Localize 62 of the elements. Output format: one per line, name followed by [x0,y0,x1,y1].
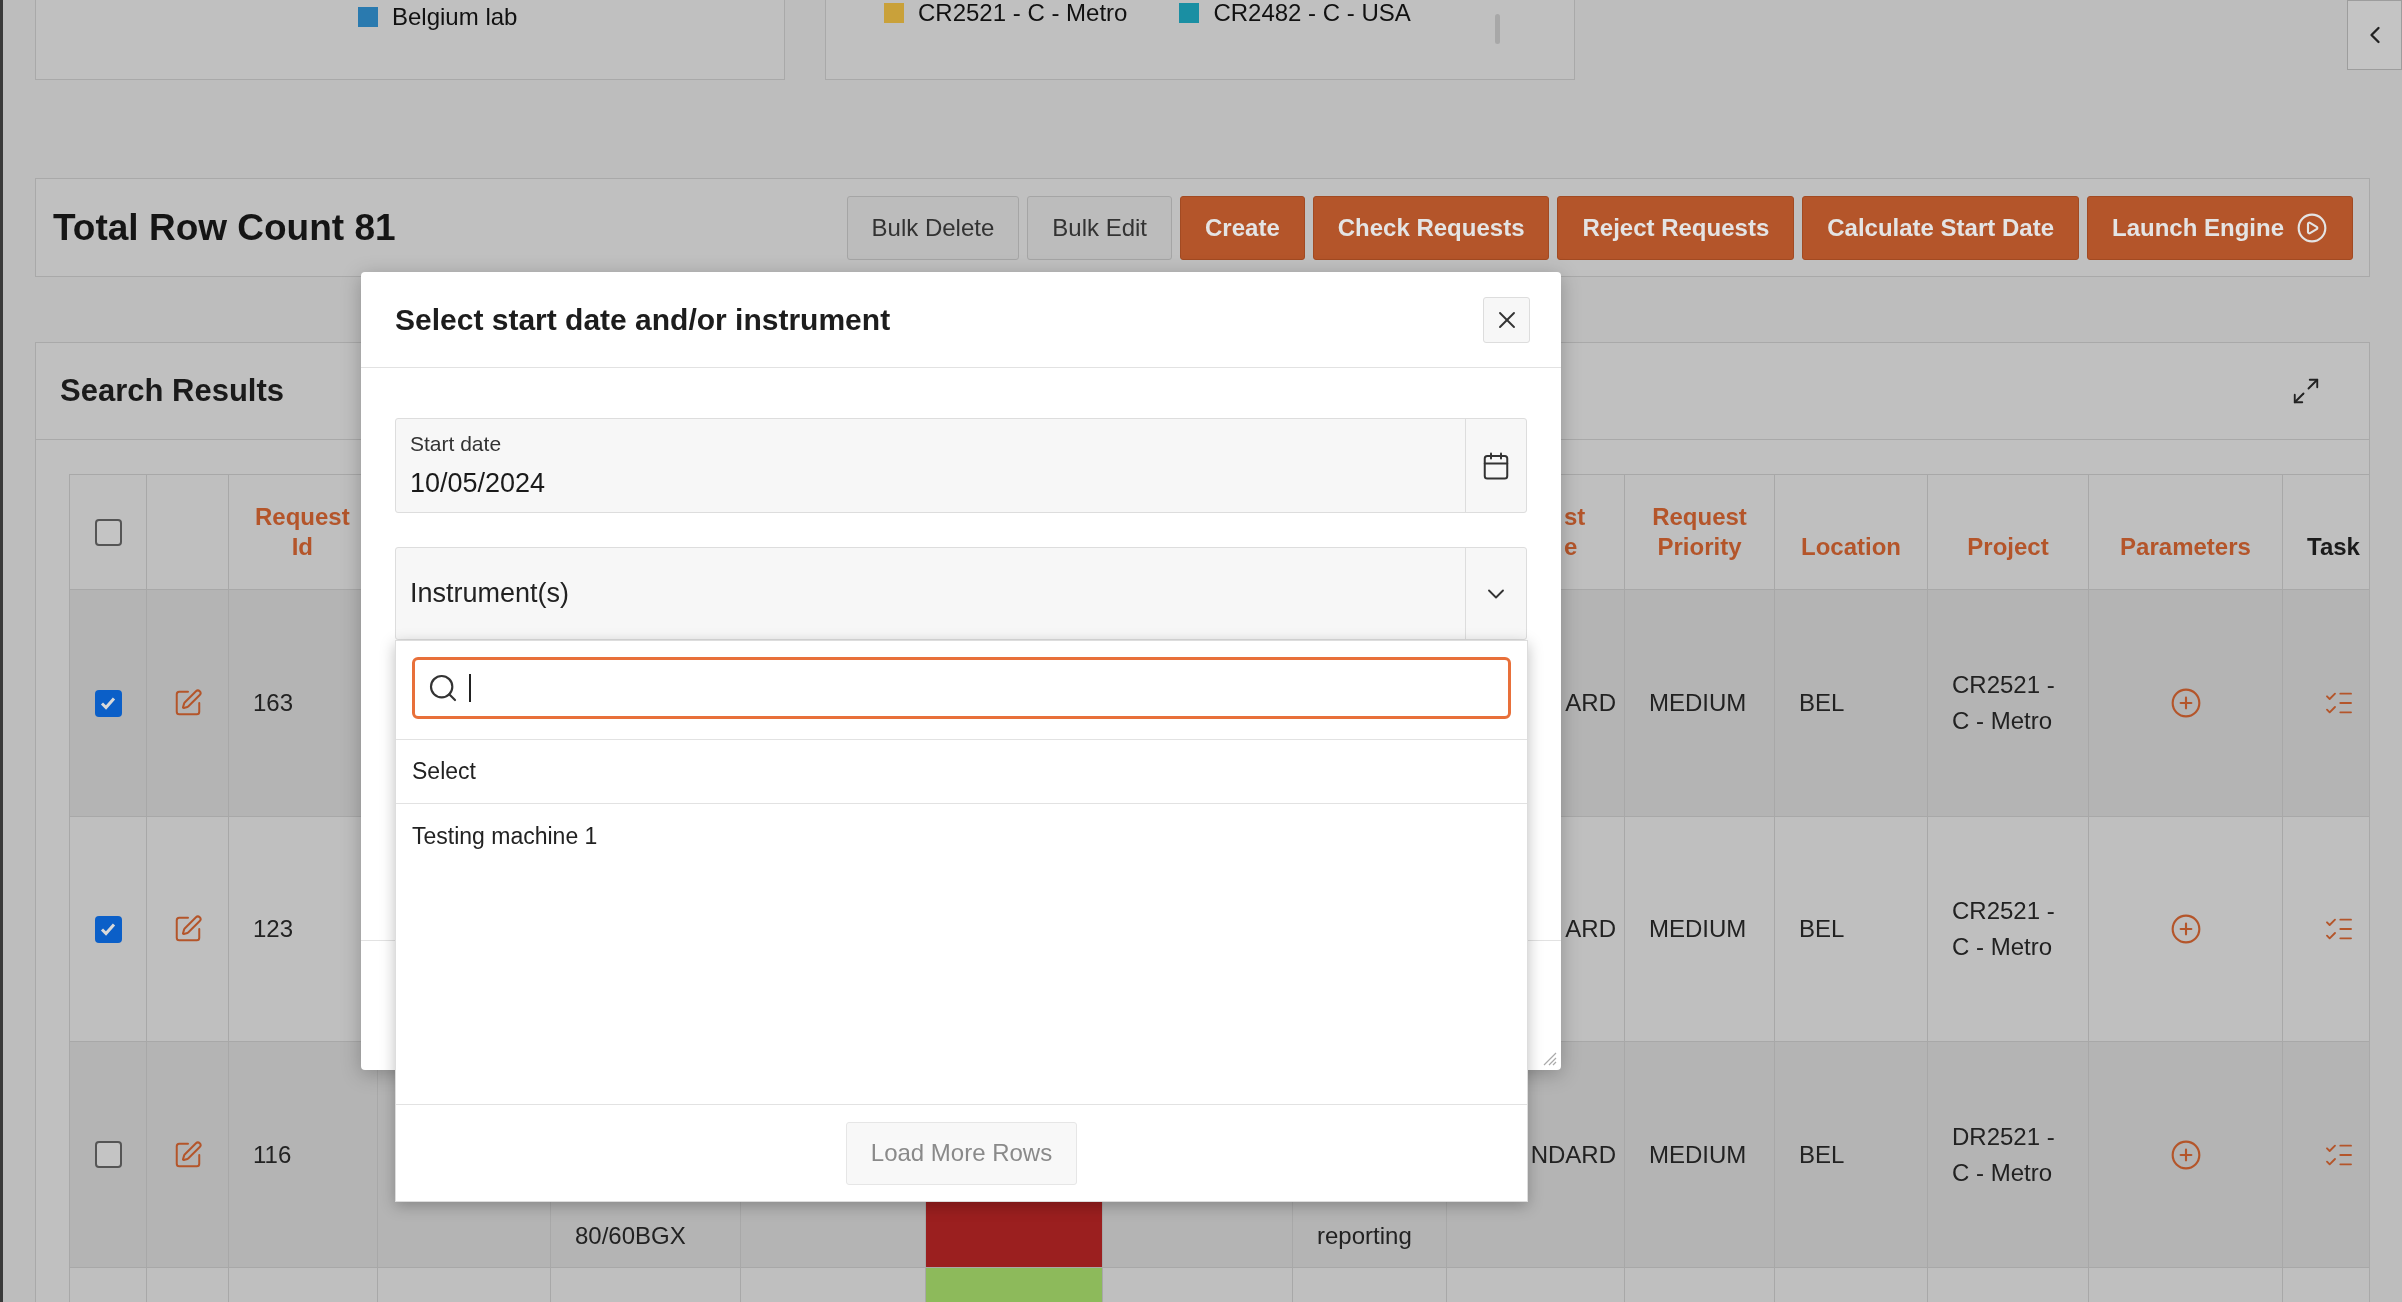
legend-label: CR2521 - C - Metro [918,0,1128,28]
legend-label: Belgium lab [392,2,518,32]
toolbar-button[interactable]: Launch Engine [2087,195,2353,260]
column-header[interactable]: Request Id [255,502,350,562]
column-header[interactable]: Location [1801,532,1901,562]
table-cell-text: 116 [253,1139,292,1170]
field-value: 10/05/2024 [410,467,547,500]
dropdown-option[interactable]: Testing machine 1 [396,804,1527,869]
table-cell-text: 163 [253,688,294,718]
legend-label: CR2482 - C - USA [1213,0,1411,28]
search-icon [427,672,459,704]
dropdown-option[interactable]: Select [396,739,1527,804]
panel-title: Search Results [60,371,284,410]
table-cell-text: CR2521 - C - Metro [1952,670,2055,736]
expand-icon[interactable] [2291,376,2321,406]
resize-grip-icon[interactable] [1541,1050,1557,1066]
table-cell-text: MEDIUM [1649,1139,1747,1170]
collapse-button[interactable] [2347,0,2402,70]
dialog-title: Select start date and/or instrument [395,302,891,338]
column-header[interactable]: st e [1564,502,1586,562]
toolbar-button[interactable]: Bulk Edit [1027,195,1172,260]
toolbar-button[interactable]: Calculate Start Date [1802,195,2079,260]
column-header[interactable]: Parameters [2120,532,2251,562]
table-cell-text: DR2521 - C - Metro [1952,1121,2055,1188]
close-button[interactable] [1483,296,1530,343]
add-circle-icon[interactable] [2169,1138,2202,1171]
row-checkbox[interactable] [94,1141,122,1168]
start-date-field[interactable]: Start date 10/05/2024 [395,418,1527,513]
text-cursor [469,674,471,702]
search-field[interactable] [412,657,1511,719]
toolbar-button[interactable]: Create [1180,195,1305,260]
field-label: Start date [410,430,503,457]
instrument-select[interactable]: Instrument(s) [395,547,1527,640]
table-cell-text: BEL [1799,688,1845,718]
row-checkbox[interactable] [94,915,122,943]
table-cell-text: 80/60BGX [575,1221,686,1251]
column-header[interactable]: Task [2307,532,2360,562]
table-cell-text: CR2521 - C - Metro [1952,896,2055,962]
load-more-button[interactable]: Load More Rows [845,1121,1078,1185]
table-cell-text: 123 [253,914,294,944]
add-circle-icon[interactable] [2169,913,2202,945]
table-cell-text: BEL [1799,914,1845,944]
toolbar-button[interactable]: Bulk Delete [846,195,1020,260]
column-header[interactable]: Request Priority [1652,502,1747,562]
toolbar-button[interactable]: Check Requests [1312,195,1550,260]
add-circle-icon[interactable] [2169,687,2202,719]
table-cell-text: ARD [1565,688,1616,718]
select-all-checkbox[interactable] [94,518,122,546]
table-cell-text: MEDIUM [1649,914,1747,944]
select-placeholder: Instrument(s) [409,577,571,611]
toolbar-button[interactable]: Reject Requests [1557,195,1795,260]
table-cell-text: reporting [1317,1221,1412,1251]
scrollbar[interactable] [1495,14,1500,44]
row-count-title: Total Row Count 81 [53,205,396,250]
row-checkbox[interactable] [94,689,122,717]
table-cell-text: BEL [1799,1139,1845,1170]
table-cell-text: MEDIUM [1649,688,1747,718]
calendar-icon [1481,450,1511,481]
table-cell-text: NDARD [1530,1139,1616,1170]
play-icon [2296,211,2328,244]
table-cell-text: ARD [1565,914,1616,944]
column-header[interactable]: Project [1967,532,2049,562]
